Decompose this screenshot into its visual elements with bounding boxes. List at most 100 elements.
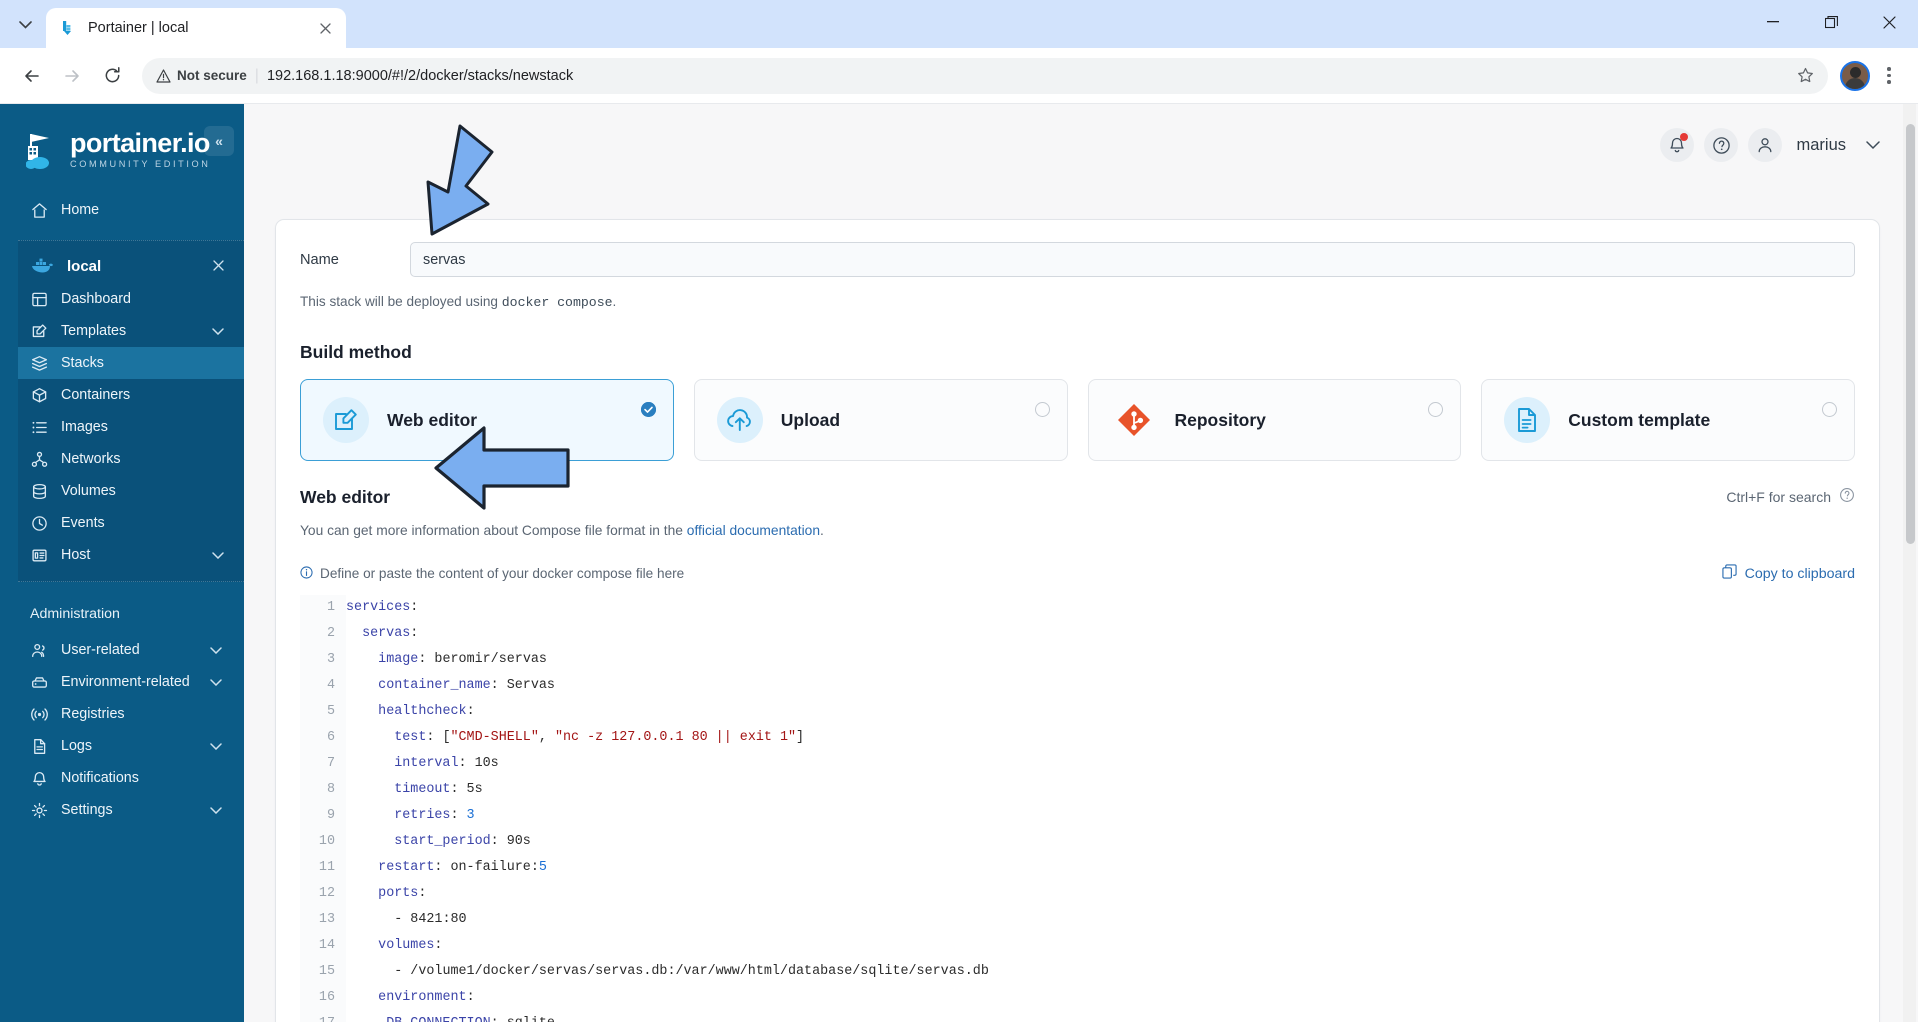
stack-name-input[interactable] [410,242,1855,277]
tab-search-icon[interactable] [8,8,42,42]
chevron-down-icon[interactable] [212,547,224,563]
build-method-label: Custom template [1568,409,1711,430]
radio-selected[interactable] [640,402,656,417]
images-icon [30,418,48,436]
chevron-down-icon[interactable] [1866,138,1880,153]
networks-icon [30,450,48,468]
dashboard-icon [30,290,48,308]
help-button[interactable] [1704,128,1739,162]
reload-icon[interactable] [94,58,130,94]
official-documentation-link[interactable]: official documentation [687,523,820,538]
sidebar-item-label: Templates [61,323,127,339]
web-editor-icon [323,397,369,443]
user-avatar-icon[interactable] [1748,128,1783,162]
code-line[interactable]: - /volume1/docker/servas/servas.db:/var/… [346,959,1855,985]
deploy-note: This stack will be deployed using docker… [300,294,1855,310]
chevron-down-icon[interactable] [210,738,222,754]
build-method-label: Web editor [387,409,478,430]
sidebar-item-templates[interactable]: Templates [18,315,244,347]
sidebar-item-label: Networks [61,451,121,467]
code-line[interactable]: interval: 10s [346,751,1855,777]
chevron-down-icon[interactable] [210,674,222,690]
close-icon[interactable] [314,17,336,39]
events-clock-icon [30,514,48,532]
code-line[interactable]: retries: 3 [346,803,1855,829]
line-number: 6 [326,730,335,745]
portainer-logo-icon [25,130,60,170]
sidebar-item-images[interactable]: Images [18,411,244,443]
sidebar-item-label: Containers [61,387,131,403]
sidebar: « portainer.io COMMUNITY EDITION Home lo… [0,104,244,1022]
page-scrollbar-thumb[interactable] [1906,124,1915,544]
sidebar-item-settings[interactable]: Settings [0,794,244,826]
code-line[interactable]: image: beromir/servas [346,647,1855,673]
sidebar-item-label: Images [61,419,108,435]
editor-code-content[interactable]: services: servas: image: beromir/servas … [346,595,1855,1022]
sidebar-item-host[interactable]: Host [18,539,244,571]
code-line[interactable]: volumes: [346,933,1855,959]
code-line[interactable]: services: [346,595,1855,621]
sidebar-item-notifications[interactable]: Notifications [0,762,244,794]
code-line[interactable]: restart: on-failure:5 [346,855,1855,881]
code-line[interactable]: timeout: 5s [346,777,1855,803]
code-line[interactable]: environment: [346,985,1855,1011]
copy-to-clipboard-button[interactable]: Copy to clipboard [1721,564,1855,583]
logo-subtitle: COMMUNITY EDITION [70,159,211,170]
back-icon[interactable] [14,58,50,94]
build-method-web-editor[interactable]: Web editor [300,379,674,461]
code-line[interactable]: start_period: 90s [346,829,1855,855]
code-line[interactable]: test: ["CMD-SHELL", "nc -z 127.0.0.1 80 … [346,725,1855,751]
profile-avatar[interactable] [1840,60,1870,91]
chevron-down-icon[interactable] [212,323,224,339]
window-close-button[interactable] [1860,0,1918,44]
sidebar-item-dashboard[interactable]: Dashboard [18,283,244,315]
build-method-upload[interactable]: Upload [693,379,1068,461]
kebab-menu-icon[interactable] [1874,59,1904,93]
sidebar-item-events[interactable]: Events [18,507,244,539]
chevron-down-icon[interactable] [210,802,222,818]
code-line[interactable]: container_name: Servas [346,673,1855,699]
sidebar-item-containers[interactable]: Containers [18,379,244,411]
docker-whale-icon [30,257,56,275]
sidebar-item-networks[interactable]: Networks [18,443,244,475]
notifications-button[interactable] [1660,128,1695,162]
sidebar-admin-heading: Administration [30,606,120,622]
build-method-heading: Build method [300,342,412,362]
code-line[interactable]: ports: [346,881,1855,907]
question-circle-icon[interactable] [1839,487,1855,506]
sidebar-item-environment-related[interactable]: Environment-related [0,666,244,698]
security-indicator[interactable]: Not secure [156,68,247,83]
build-method-custom-template[interactable]: Custom template [1481,379,1855,461]
sidebar-item-logs[interactable]: Logs [0,730,244,762]
sidebar-item-volumes[interactable]: Volumes [18,475,244,507]
radio-unselected[interactable] [1034,402,1050,417]
chevron-down-icon[interactable] [210,642,222,658]
sidebar-environment-header[interactable]: local [18,249,244,283]
code-line[interactable]: healthcheck: [346,699,1855,725]
code-line[interactable]: DB_CONNECTION: sqlite [346,1011,1855,1022]
logs-icon [30,737,48,755]
sidebar-item-home[interactable]: Home [0,194,244,226]
radio-unselected[interactable] [1822,402,1837,417]
sidebar-item-stacks[interactable]: Stacks [18,347,244,379]
volumes-icon [30,482,48,500]
sidebar-collapse-button[interactable]: « [204,126,234,156]
code-line[interactable]: - 8421:80 [346,907,1855,933]
close-icon[interactable] [213,258,224,275]
security-label: Not secure [177,68,247,83]
radio-unselected[interactable] [1428,402,1444,417]
sidebar-item-user-related[interactable]: User-related [0,634,244,666]
yaml-code-editor[interactable]: 1234567891011121314151617181920 services… [300,595,1855,1022]
build-method-repository[interactable]: Repository [1087,379,1462,461]
sidebar-item-label: Dashboard [61,291,131,307]
window-maximize-button[interactable] [1802,0,1860,44]
star-icon[interactable] [1790,61,1820,91]
sidebar-item-registries[interactable]: Registries [0,698,244,730]
stack-name-label: Name [300,251,339,268]
line-number: 11 [318,860,335,875]
window-minimize-button[interactable] [1744,0,1802,44]
address-bar[interactable]: Not secure | 192.168.1.18:9000/#!/2/dock… [142,57,1828,94]
deploy-note-prefix: This stack will be deployed using [300,294,498,309]
browser-tab[interactable]: Portainer | local [46,8,346,48]
code-line[interactable]: servas: [346,621,1855,647]
